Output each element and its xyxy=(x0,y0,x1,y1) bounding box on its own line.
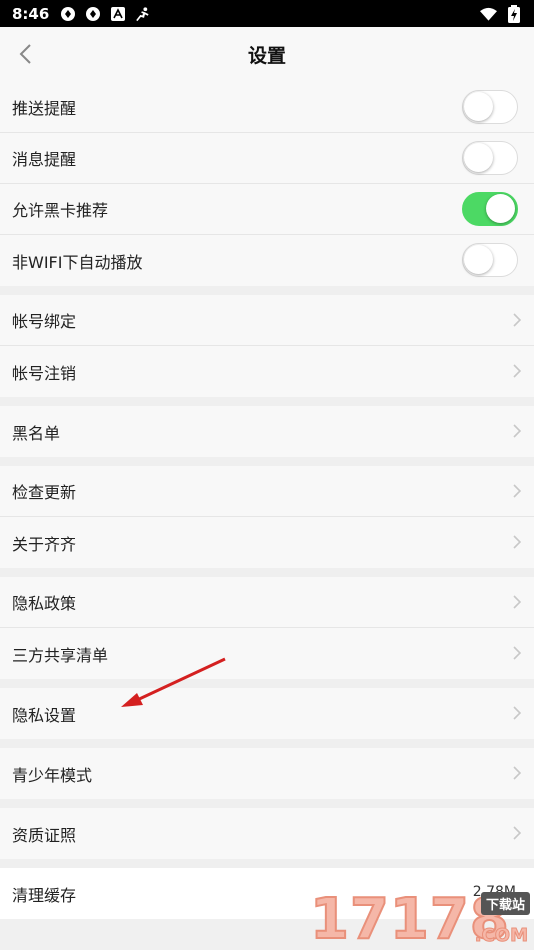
toggle-row-autoplay: 非WIFI下自动播放 xyxy=(0,235,534,286)
chevron-right-icon xyxy=(513,766,522,780)
chevron-right-icon xyxy=(513,646,522,660)
battery-icon xyxy=(505,4,522,23)
status-time: 8:46 xyxy=(12,4,50,23)
row-label: 资质证照 xyxy=(12,825,77,845)
a-icon xyxy=(109,5,126,22)
row-label: 检查更新 xyxy=(12,483,77,502)
status-left-icons xyxy=(59,5,151,22)
run-icon xyxy=(134,5,151,22)
sync-icon xyxy=(59,5,76,22)
row-label: 青少年模式 xyxy=(12,765,93,785)
list-item-privacy-policy[interactable]: 隐私政策 xyxy=(0,577,534,628)
list-item-blacklist[interactable]: 黑名单 xyxy=(0,406,534,457)
chevron-right-icon xyxy=(513,364,522,378)
chevron-right-icon xyxy=(513,424,522,438)
chevron-right-icon xyxy=(513,826,522,840)
blackcard-toggle[interactable] xyxy=(462,192,518,226)
nav-bar: 设置 xyxy=(0,27,534,82)
autoplay-toggle[interactable] xyxy=(462,243,518,277)
section-gap xyxy=(0,799,534,808)
list-item-about[interactable]: 关于齐齐 xyxy=(0,517,534,568)
chevron-right-icon xyxy=(513,706,522,720)
row-label: 关于齐齐 xyxy=(12,534,77,554)
toggle-knob xyxy=(464,143,493,172)
message-toggle[interactable] xyxy=(462,141,518,175)
toggle-row-blackcard: 允许黑卡推荐 xyxy=(0,184,534,235)
row-label: 隐私设置 xyxy=(12,705,77,725)
row-label: 允许黑卡推荐 xyxy=(12,201,109,220)
watermark-suffix: .COM xyxy=(474,925,528,947)
toggle-knob xyxy=(464,245,493,274)
status-bar: 8:46 xyxy=(0,0,534,27)
wifi-icon xyxy=(480,5,497,22)
settings-list: 推送提醒 消息提醒 允许黑卡推荐 非WIFI下自动播放 帐号绑定 帐号注销 黑名… xyxy=(0,82,534,919)
chevron-left-icon xyxy=(19,44,31,64)
chevron-right-icon xyxy=(513,535,522,549)
row-label: 三方共享清单 xyxy=(12,645,109,665)
row-label: 清理缓存 xyxy=(12,885,77,905)
toggle-row-push: 推送提醒 xyxy=(0,82,534,133)
row-label: 推送提醒 xyxy=(12,99,77,118)
list-item-teen-mode[interactable]: 青少年模式 xyxy=(0,748,534,799)
list-item-qualification[interactable]: 资质证照 xyxy=(0,808,534,859)
row-label: 黑名单 xyxy=(12,423,61,443)
section-gap xyxy=(0,679,534,688)
row-label: 帐号绑定 xyxy=(12,312,77,331)
push-toggle[interactable] xyxy=(462,90,518,124)
back-button[interactable] xyxy=(10,39,40,69)
row-label: 消息提醒 xyxy=(12,150,77,169)
list-item-check-update[interactable]: 检查更新 xyxy=(0,466,534,517)
toggle-row-message: 消息提醒 xyxy=(0,133,534,184)
list-item-account-cancel[interactable]: 帐号注销 xyxy=(0,346,534,397)
watermark-tag: 下载站 xyxy=(480,892,530,915)
watermark-logo: 17178 下载站 .COM xyxy=(309,880,534,950)
section-gap xyxy=(0,457,534,466)
chevron-right-icon xyxy=(513,595,522,609)
section-gap xyxy=(0,739,534,748)
toggle-knob xyxy=(464,92,493,121)
section-gap xyxy=(0,859,534,868)
list-item-account-bind[interactable]: 帐号绑定 xyxy=(0,295,534,346)
toggle-knob xyxy=(486,194,515,223)
sync-icon xyxy=(84,5,101,22)
status-right-icons xyxy=(480,4,522,23)
section-gap xyxy=(0,568,534,577)
list-item-third-party-list[interactable]: 三方共享清单 xyxy=(0,628,534,679)
list-item-privacy-settings[interactable]: 隐私设置 xyxy=(0,688,534,739)
row-label: 非WIFI下自动播放 xyxy=(12,252,143,272)
section-gap xyxy=(0,397,534,406)
row-label: 帐号注销 xyxy=(12,363,77,383)
chevron-right-icon xyxy=(513,484,522,498)
chevron-right-icon xyxy=(513,313,522,327)
row-label: 隐私政策 xyxy=(12,594,77,613)
page-title: 设置 xyxy=(247,45,286,67)
section-gap xyxy=(0,286,534,295)
